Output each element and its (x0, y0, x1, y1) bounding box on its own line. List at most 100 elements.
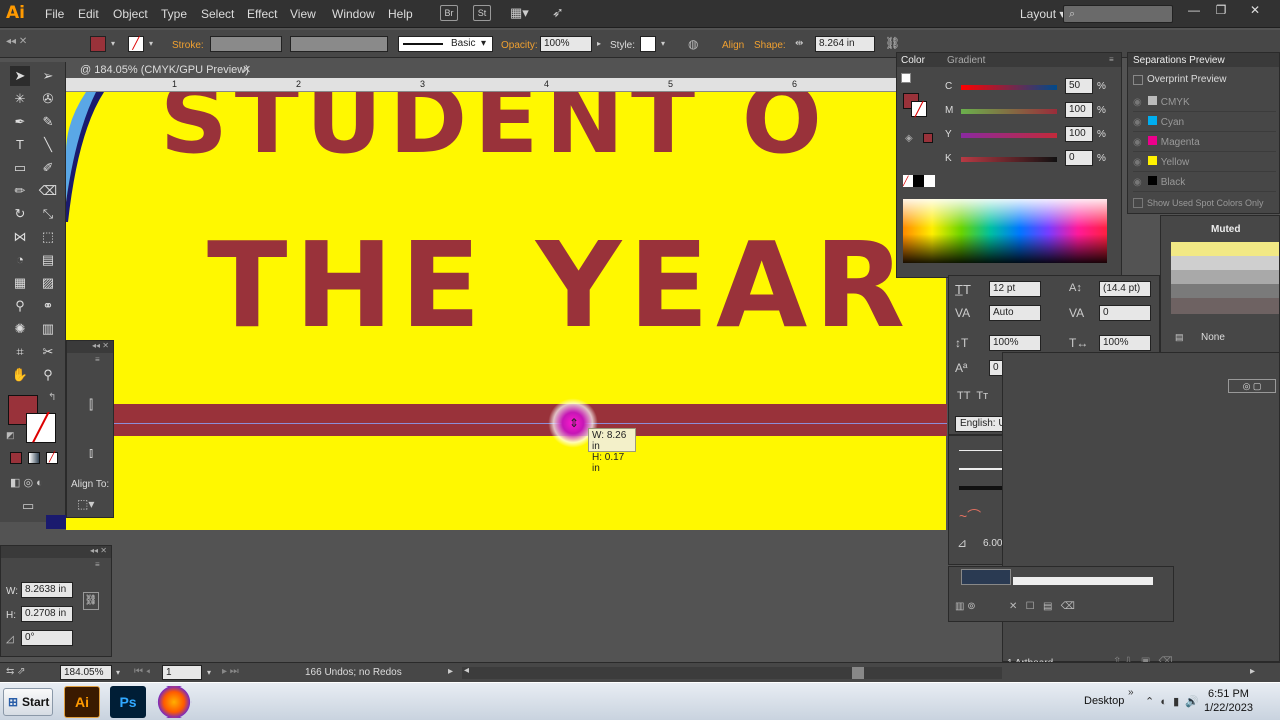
shape-label[interactable]: Shape: (754, 40, 786, 51)
gradient-tool-icon[interactable]: ▨ (38, 273, 58, 293)
line-tool-icon[interactable]: ╲ (38, 135, 58, 155)
channel-c-field[interactable]: 50 (1065, 78, 1093, 94)
illustrator-taskbar-icon[interactable]: Ai (64, 686, 100, 718)
menu-file[interactable]: File (45, 7, 64, 21)
mesh-tool-icon[interactable]: ▦ (10, 273, 30, 293)
scale-tool-icon[interactable]: ⤡ (38, 204, 58, 224)
rotate-tool-icon[interactable]: ↻ (10, 204, 30, 224)
swap-fill-stroke-icon[interactable]: ↰ (48, 392, 56, 403)
horizontal-scrollbar[interactable]: ◂ (462, 665, 1002, 679)
eye-icon[interactable]: ◉ (1133, 97, 1142, 108)
channel-y-field[interactable]: 100 (1065, 126, 1093, 142)
eyedropper-tool-icon[interactable]: ⚲ (10, 296, 30, 316)
brush-basic[interactable] (959, 468, 1007, 470)
hand-tool-icon[interactable]: ✋ (10, 365, 30, 385)
shape-builder-tool-icon[interactable]: ◔ (10, 250, 30, 270)
brush-thin[interactable] (959, 450, 1007, 451)
width-tool-icon[interactable]: ⋈ (10, 227, 30, 247)
column-graph-tool-icon[interactable]: ▥ (38, 319, 58, 339)
vertical-scale-field[interactable]: 100% (989, 335, 1041, 351)
distribute-spacing-icon[interactable]: ⫿ (89, 397, 93, 413)
menu-object[interactable]: Object (113, 7, 148, 21)
status-menu-icon[interactable]: ▸ (448, 666, 453, 677)
photoshop-taskbar-icon[interactable]: Ps (110, 686, 146, 718)
menu-view[interactable]: View (290, 7, 316, 21)
perspective-grid-tool-icon[interactable]: ▤ (38, 250, 58, 270)
panel-menu-icon[interactable]: ≡ (95, 355, 100, 364)
muted-swatches-grid[interactable] (1171, 242, 1279, 314)
stroke-label[interactable]: Stroke: (172, 40, 204, 51)
menu-window[interactable]: Window (332, 7, 375, 21)
zoom-field[interactable]: 184.05% (60, 665, 112, 680)
chevron-down-icon[interactable]: ▾ (113, 665, 123, 681)
white-swatch[interactable] (924, 175, 935, 187)
workspace-switcher[interactable]: Layout ▾ (1020, 7, 1065, 21)
blend-tool-icon[interactable]: ⚭ (38, 296, 58, 316)
panel-collapse-icon[interactable]: ◂◂ ✕ (1, 546, 111, 558)
document-tab[interactable]: @ 184.05% (CMYK/GPU Preview) ✕ (66, 62, 258, 78)
color-spectrum[interactable] (903, 199, 1107, 263)
paintbrush-tool-icon[interactable]: ✐ (38, 158, 58, 178)
menu-effect[interactable]: Effect (247, 7, 277, 21)
panel-menu-icon[interactable]: ≡ (1109, 55, 1114, 64)
menu-type[interactable]: Type (161, 7, 187, 21)
brush-panel-icons[interactable]: ▥ ⊚ ✕ ☐ ▤ ⌫ (955, 601, 1075, 612)
recolor-artwork-icon[interactable]: ◍ (688, 37, 698, 51)
eraser-tool-icon[interactable]: ⌫ (38, 181, 58, 201)
close-icon[interactable]: ✕ (1246, 3, 1264, 19)
black-swatch[interactable] (913, 175, 924, 187)
color-stroke-box[interactable]: ╱ (911, 101, 927, 117)
brush-preview-thumb[interactable] (961, 569, 1011, 585)
align-to-selection-icon[interactable]: ⬚▾ (77, 497, 94, 511)
shape-width-field[interactable]: 8.264 in (815, 36, 875, 52)
channel-y-slider[interactable] (961, 133, 1057, 138)
stroke-weight-field[interactable] (210, 36, 282, 52)
headline-line-2[interactable]: THE YEAR 2 (207, 216, 946, 354)
channel-m-field[interactable]: 100 (1065, 102, 1093, 118)
tracking-field[interactable]: 0 (1099, 305, 1151, 321)
horizontal-ruler[interactable]: 1 2 3 4 5 6 (66, 78, 906, 92)
firefox-taskbar-icon[interactable] (156, 686, 192, 718)
tab-gradient[interactable]: Gradient (947, 55, 985, 66)
fill-swatch[interactable] (90, 36, 106, 52)
clock[interactable]: 6:51 PM 1/22/2023 (1204, 687, 1253, 715)
desktop-toolbar[interactable]: Desktop (1084, 695, 1124, 707)
spot-colors-checkbox[interactable] (1133, 198, 1143, 208)
channel-k-field[interactable]: 0 (1065, 150, 1093, 166)
plate-row-magenta[interactable]: ◉ Magenta (1133, 133, 1276, 152)
rectangle-tool-icon[interactable]: ▭ (10, 158, 30, 178)
plate-row-cyan[interactable]: ◉ Cyan (1133, 113, 1276, 132)
minimize-icon[interactable]: — (1185, 3, 1203, 19)
align-label[interactable]: Align (722, 40, 744, 51)
selection-tool-icon[interactable]: ➤ (10, 66, 30, 86)
default-colors-icon[interactable]: ◩ (6, 430, 15, 441)
tray-icons[interactable]: ⌃ ◐ ▮ 🔊 (1145, 695, 1199, 708)
close-tab-icon[interactable]: ✕ (242, 62, 251, 78)
shaper-tool-icon[interactable]: ✏ (10, 181, 30, 201)
panel-collapse-icon[interactable]: ◂◂ ✕ (67, 341, 113, 353)
graphic-style-swatch[interactable] (640, 36, 656, 52)
color-mode-icon[interactable] (10, 452, 22, 464)
overprint-checkbox[interactable] (1133, 75, 1143, 85)
draw-mode-icons[interactable]: ◧ ◎ ◐ (10, 476, 43, 489)
chevron-down-icon[interactable]: ▾ (658, 36, 668, 52)
menu-select[interactable]: Select (201, 7, 234, 21)
scroll-left-icon[interactable]: ◂ (464, 665, 469, 676)
eye-icon[interactable]: ◉ (1133, 137, 1142, 148)
next-artboard-icon[interactable]: ▸ ⏭ (222, 666, 239, 677)
pen-tool-icon[interactable]: ✒ (10, 112, 30, 132)
bridge-button[interactable]: Br (440, 5, 458, 21)
kerning-field[interactable]: Auto (989, 305, 1041, 321)
start-button[interactable]: ⊞ Start (3, 688, 53, 716)
none-swatch[interactable]: ╱ (903, 175, 913, 187)
channel-m-slider[interactable] (961, 109, 1057, 114)
brush-definition-dropdown[interactable]: Basic ▾ (398, 36, 493, 52)
panel-collapse-icon[interactable]: ◂◂ ✕ (6, 36, 66, 52)
toolbar-expand-icon[interactable]: » (1128, 687, 1134, 698)
quick-swatches[interactable]: ╱ (903, 175, 935, 187)
artboard-options-icon[interactable]: ◎ ▢ (1228, 379, 1276, 393)
zoom-tool-icon[interactable]: ⚲ (38, 365, 58, 385)
plate-row-cmyk[interactable]: ◉ CMYK (1133, 93, 1276, 112)
distribute-horizontal-icon[interactable]: ⫾ (89, 445, 93, 461)
stroke-swatch[interactable]: ╱ (128, 36, 144, 52)
